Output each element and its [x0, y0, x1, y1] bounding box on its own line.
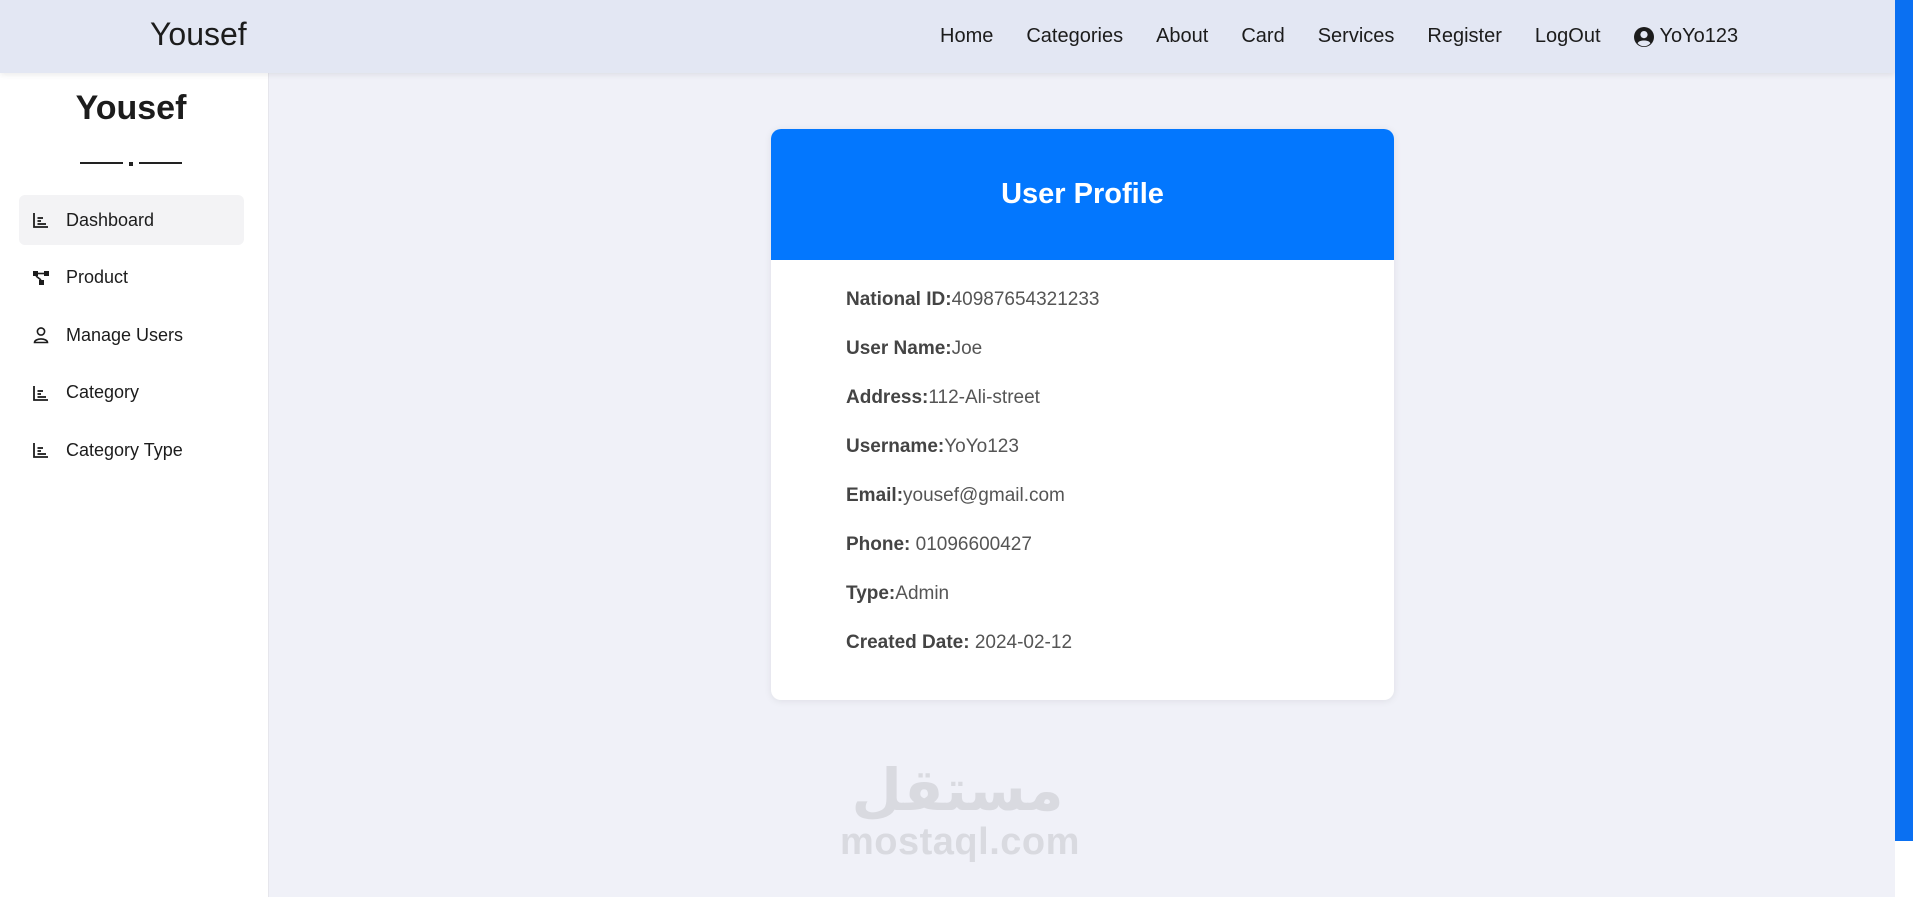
sidebar-item-manage-users[interactable]: Manage Users: [19, 310, 244, 360]
nav-services[interactable]: Services: [1318, 25, 1395, 48]
profile-field-username: Username:YoYo123: [846, 436, 1019, 457]
sidebar-item-label: Manage Users: [66, 324, 184, 345]
bar-chart-icon: [33, 385, 48, 401]
scrollbar-thumb[interactable]: [1895, 0, 1913, 841]
profile-field-national-id: National ID:40987654321233: [846, 289, 1100, 310]
bar-chart-icon: [33, 213, 48, 228]
nav-about[interactable]: About: [1156, 25, 1208, 48]
nav-categories[interactable]: Categories: [1026, 25, 1123, 48]
sidebar-brand: Yousef: [75, 89, 187, 127]
profile-field-phone: Phone: 01096600427: [846, 534, 1032, 555]
user-profile-card: User Profile National ID:40987654321233 …: [771, 129, 1394, 700]
user-icon: [33, 327, 49, 344]
profile-field-user-name: User Name:Joe: [846, 338, 983, 359]
sidebar-item-label: Product: [66, 267, 129, 287]
sidebar-item-label: Category Type: [66, 439, 183, 460]
user-circle-icon: [1633, 26, 1654, 47]
bar-chart-icon: [33, 443, 48, 458]
sidebar-item-label: Dashboard: [66, 209, 155, 230]
sidebar-item-category[interactable]: Category: [19, 368, 244, 418]
nav-user-name: YoYo123: [1659, 25, 1739, 47]
profile-field-email: Email:yousef@gmail.com: [846, 485, 1065, 506]
nav-user-account[interactable]: YoYo123: [1633, 25, 1739, 48]
profile-card-title: User Profile: [771, 129, 1394, 260]
sidebar-item-dashboard[interactable]: Dashboard: [19, 195, 244, 245]
sidebar-divider: [80, 155, 182, 171]
nav-logout[interactable]: LogOut: [1535, 25, 1601, 48]
top-navbar: Yousef Home Categories About Card Servic…: [0, 0, 1895, 73]
profile-field-address: Address:112-Ali-street: [846, 387, 1040, 408]
nav-card[interactable]: Card: [1241, 25, 1284, 48]
navbar-links: Home Categories About Card Services Regi…: [940, 0, 1738, 73]
nav-home[interactable]: Home: [940, 25, 993, 48]
profile-field-created-date: Created Date: 2024-02-12: [846, 632, 1073, 653]
watermark-arabic-text: مستقل: [851, 758, 1064, 823]
profile-card-body: National ID:40987654321233 User Name:Joe…: [771, 260, 1394, 680]
sidebar-item-category-type[interactable]: Category Type: [19, 425, 244, 475]
navbar-brand[interactable]: Yousef: [150, 0, 247, 73]
sidebar-item-label: Category: [66, 382, 140, 402]
sidebar: Yousef Dashboard Product Manage Users Ca…: [0, 73, 269, 897]
nodes-icon: [33, 270, 49, 285]
mostaql-watermark: مستقل mostaql.com: [840, 758, 1080, 863]
sidebar-menu: Dashboard Product Manage Users Category …: [19, 195, 244, 483]
watermark-latin-text: mostaql.com: [840, 821, 1080, 863]
sidebar-item-product[interactable]: Product: [19, 253, 244, 303]
profile-field-type: Type:Admin: [846, 583, 950, 604]
nav-register[interactable]: Register: [1427, 25, 1501, 48]
